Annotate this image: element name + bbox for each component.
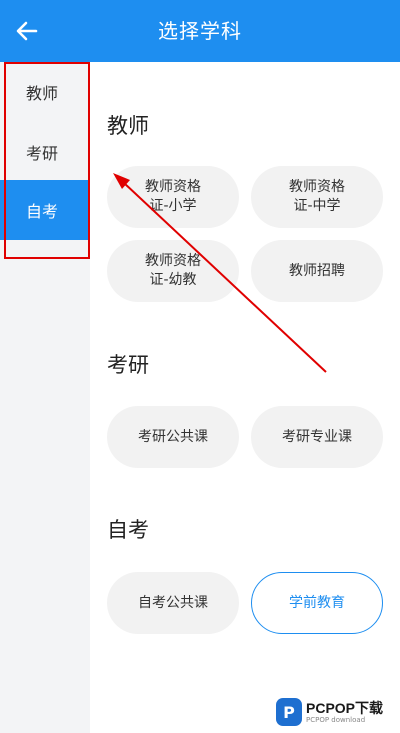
subject-content: 教师 教师资格 证-小学 教师资格 证-中学 教师资格 证-幼教 教师招聘 考研…: [90, 62, 400, 733]
section-title-self-study: 自考: [107, 518, 149, 542]
chip-postgraduate-public[interactable]: 考研公共课: [107, 406, 239, 468]
page-title: 选择学科: [158, 19, 242, 43]
watermark-logo: P: [276, 698, 302, 726]
chip-postgraduate-major[interactable]: 考研专业课: [251, 406, 383, 468]
section-title-postgraduate: 考研: [107, 353, 149, 377]
annotation-highlight-box: [4, 62, 90, 259]
chip-teacher-recruitment[interactable]: 教师招聘: [251, 240, 383, 302]
chip-preschool-education[interactable]: 学前教育: [251, 572, 383, 634]
watermark-subtext: PCPOP download: [306, 715, 366, 724]
section-title-teacher: 教师: [107, 114, 149, 138]
watermark-text: PCPOP下载: [306, 699, 384, 716]
app-header: 选择学科: [0, 0, 400, 62]
chip-teacher-cert-primary[interactable]: 教师资格 证-小学: [107, 166, 239, 228]
chip-self-study-public[interactable]: 自考公共课: [107, 572, 239, 634]
watermark: P PCPOP下载 PCPOP download: [276, 694, 400, 730]
chip-teacher-cert-middle[interactable]: 教师资格 证-中学: [251, 166, 383, 228]
chip-teacher-cert-preschool[interactable]: 教师资格 证-幼教: [107, 240, 239, 302]
